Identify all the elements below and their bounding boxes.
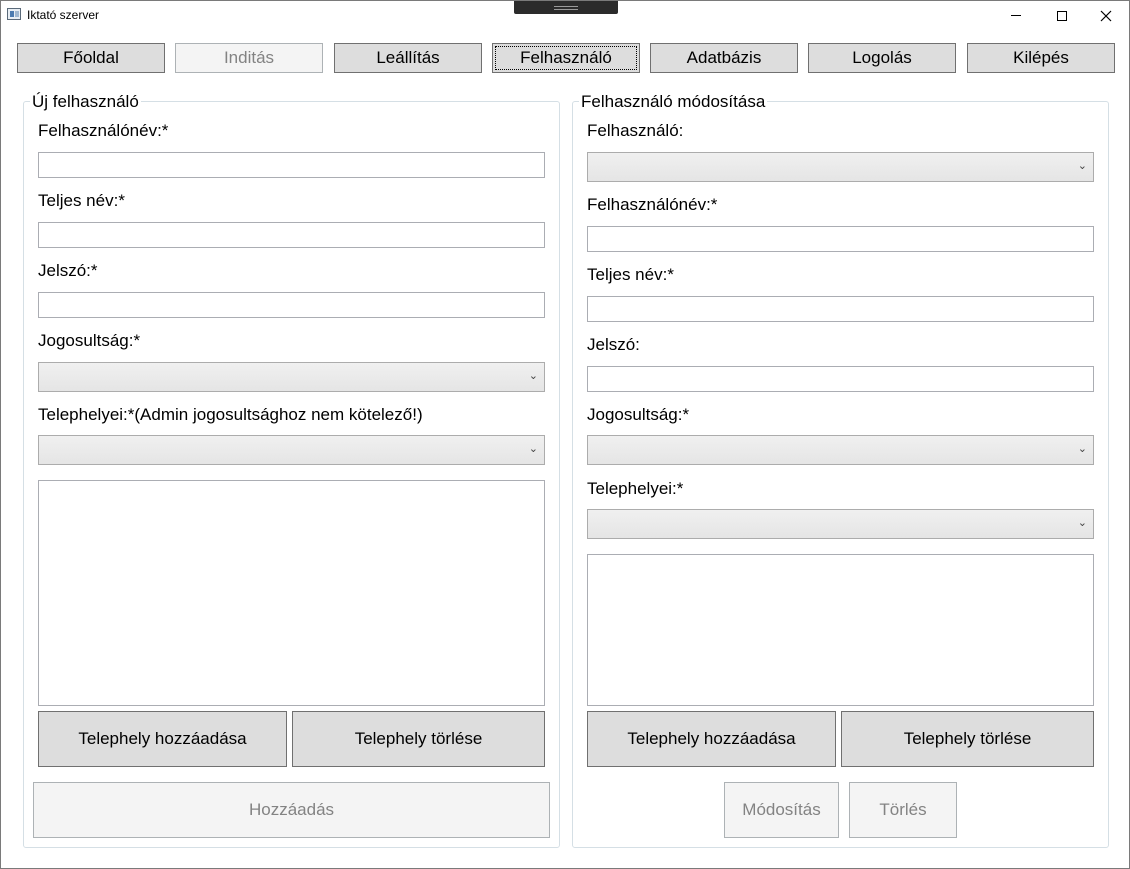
new-sites-listbox[interactable]	[38, 480, 545, 706]
modify-delete-site-button[interactable]: Telephely törlése	[841, 711, 1094, 767]
modify-username-label: Felhasználónév:*	[587, 195, 718, 214]
nav-stop-button[interactable]: Leállítás	[334, 43, 482, 73]
chevron-down-icon: ⌄	[1077, 160, 1087, 172]
new-username-label: Felhasználónév:*	[38, 121, 169, 140]
new-fullname-label: Teljes név:*	[38, 191, 125, 210]
modify-permission-label: Jogosultság:*	[587, 405, 690, 424]
nav-home-button[interactable]: Főoldal	[17, 43, 165, 73]
modify-username-input[interactable]	[587, 226, 1094, 252]
chevron-down-icon: ⌄	[1077, 443, 1087, 455]
new-username-input[interactable]	[38, 152, 545, 178]
nav-exit-button[interactable]: Kilépés	[967, 43, 1115, 73]
close-icon	[1100, 10, 1112, 21]
nav-logging-button[interactable]: Logolás	[808, 43, 956, 73]
chevron-down-icon: ⌄	[1077, 517, 1087, 529]
close-button[interactable]	[1083, 1, 1129, 30]
app-icon	[7, 8, 21, 20]
chevron-down-icon: ⌄	[528, 370, 538, 382]
new-user-group-title: Új felhasználó	[30, 92, 141, 112]
modify-user-group-title: Felhasználó módosítása	[579, 92, 768, 112]
drag-handle[interactable]	[514, 1, 618, 14]
nav-user-button[interactable]: Felhasználó	[492, 43, 640, 73]
modify-permission-combobox[interactable]: ⌄	[587, 435, 1094, 465]
modify-user-button[interactable]: Módosítás	[724, 782, 839, 838]
maximize-button[interactable]	[1039, 1, 1085, 30]
title-bar[interactable]: Iktató szerver	[1, 1, 1129, 30]
new-fullname-input[interactable]	[38, 222, 545, 248]
nav-start-button[interactable]: Inditás	[175, 43, 323, 73]
minimize-icon	[1011, 15, 1021, 16]
new-password-label: Jelszó:*	[38, 261, 98, 280]
modify-fullname-input[interactable]	[587, 296, 1094, 322]
new-sites-combobox[interactable]: ⌄	[38, 435, 545, 465]
modify-user-label: Felhasználó:	[587, 121, 684, 140]
modify-sites-combobox[interactable]: ⌄	[587, 509, 1094, 539]
nav-database-button[interactable]: Adatbázis	[650, 43, 798, 73]
main-window: Iktató szerver Főoldal Inditás Leállítás…	[0, 0, 1130, 869]
minimize-button[interactable]	[993, 1, 1039, 30]
modify-sites-listbox[interactable]	[587, 554, 1094, 706]
modify-add-site-button[interactable]: Telephely hozzáadása	[587, 711, 836, 767]
new-permission-combobox[interactable]: ⌄	[38, 362, 545, 392]
modify-password-label: Jelszó:	[587, 335, 640, 354]
add-user-button[interactable]: Hozzáadás	[33, 782, 550, 838]
modify-user-combobox[interactable]: ⌄	[587, 152, 1094, 182]
new-add-site-button[interactable]: Telephely hozzáadása	[38, 711, 287, 767]
new-permission-label: Jogosultság:*	[38, 331, 141, 350]
delete-user-button[interactable]: Törlés	[849, 782, 957, 838]
window-title: Iktató szerver	[27, 8, 100, 22]
new-password-input[interactable]	[38, 292, 545, 318]
modify-fullname-label: Teljes név:*	[587, 265, 674, 284]
maximize-icon	[1057, 10, 1067, 21]
modify-sites-label: Telephelyei:*	[587, 479, 684, 498]
new-sites-label: Telephelyei:*(Admin jogosultsághoz nem k…	[38, 405, 423, 424]
modify-password-input[interactable]	[587, 366, 1094, 392]
new-delete-site-button[interactable]: Telephely törlése	[292, 711, 545, 767]
chevron-down-icon: ⌄	[528, 443, 538, 455]
